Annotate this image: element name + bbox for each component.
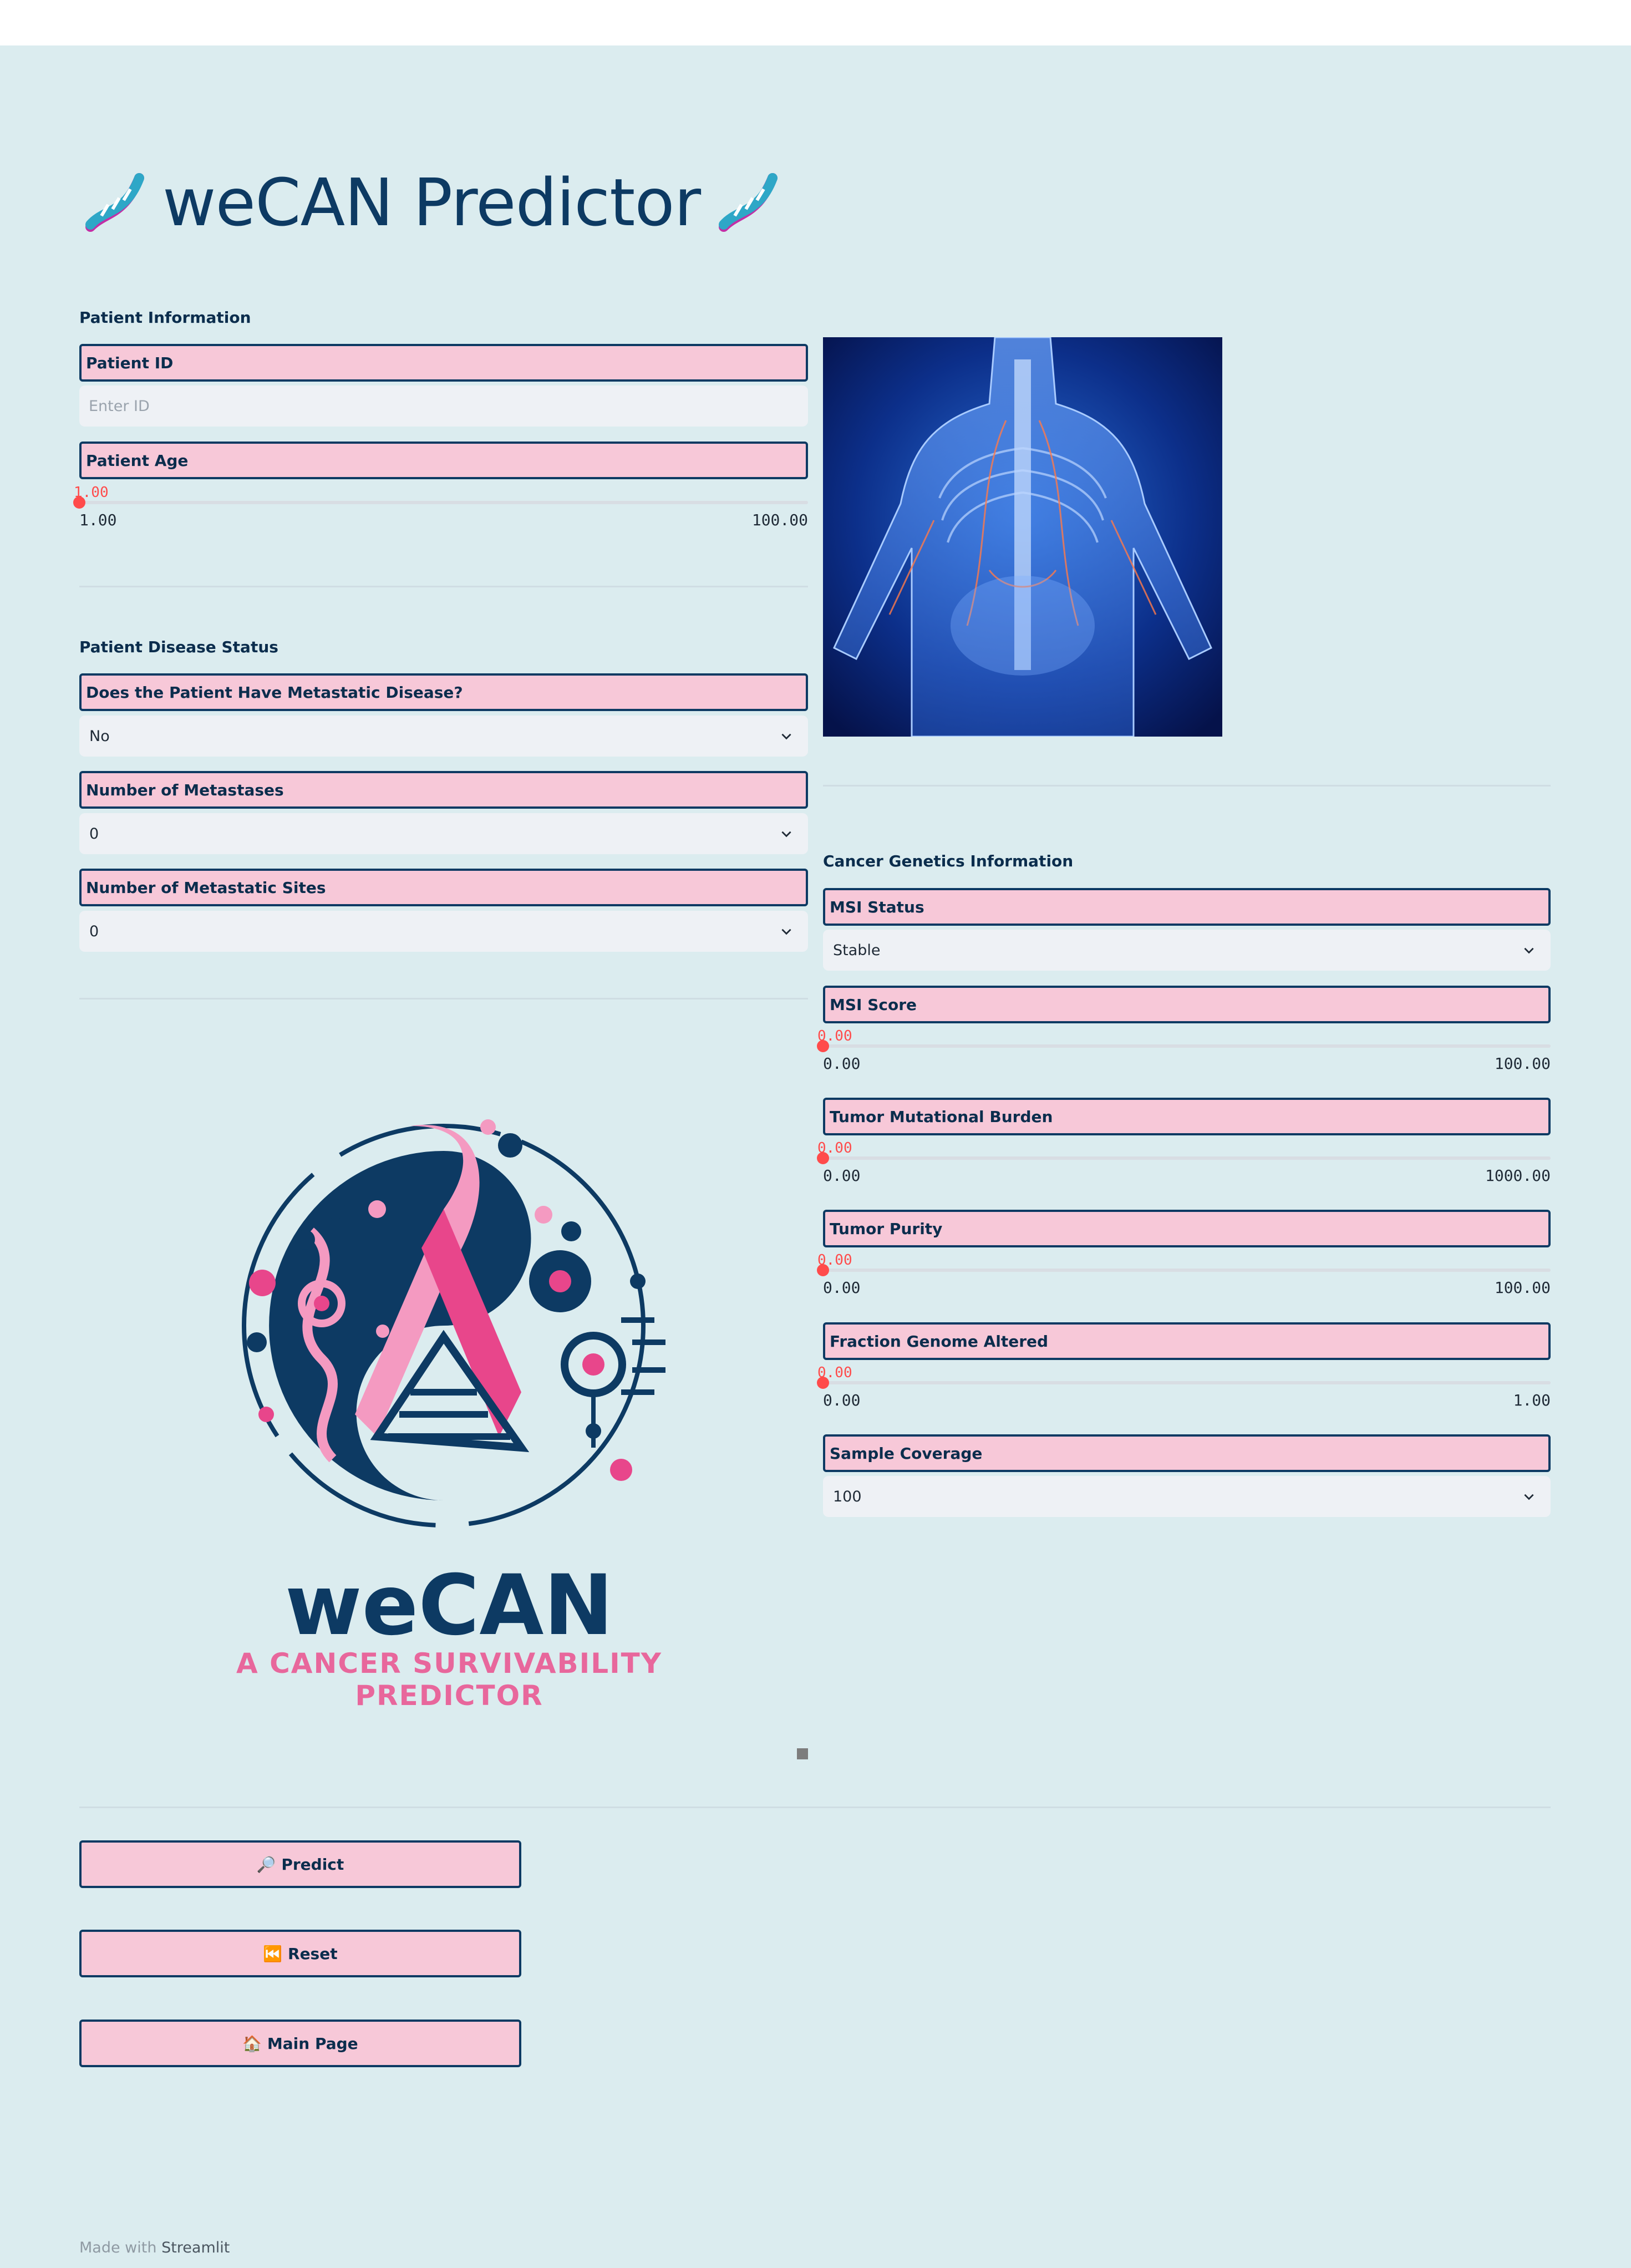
select-value: No (89, 727, 110, 745)
patient-id-input[interactable]: Enter ID (79, 385, 808, 427)
streamlit-link[interactable]: Streamlit (161, 2239, 230, 2256)
tmb-slider[interactable]: 0.00 0.00 1000.00 (817, 1140, 1551, 1185)
slider-min: 0.00 (823, 1054, 861, 1073)
logo-wordmark: weCAN (284, 1557, 614, 1654)
sample-coverage-label: Sample Coverage (823, 1434, 1551, 1472)
chevron-down-icon (1524, 947, 1534, 954)
patient-age-slider[interactable]: 1.00 1.00 100.00 (73, 484, 808, 529)
stop-icon (797, 1748, 808, 1759)
num-metastases-select[interactable]: 0 (79, 813, 808, 854)
num-metastases-label: Number of Metastases (79, 771, 808, 809)
slider-track[interactable] (73, 496, 808, 509)
divider (79, 586, 808, 587)
select-value: 0 (89, 922, 99, 940)
disease-status-heading: Patient Disease Status (79, 638, 278, 656)
slider-thumb[interactable] (73, 496, 85, 509)
chevron-down-icon (781, 928, 791, 935)
msi-status-select[interactable]: Stable (823, 930, 1551, 971)
num-sites-select[interactable]: 0 (79, 911, 808, 952)
genetics-heading: Cancer Genetics Information (823, 852, 1074, 870)
patient-age-label: Patient Age (79, 442, 808, 479)
slider-max: 1000.00 (1485, 1166, 1551, 1185)
wecan-logo (242, 1119, 665, 1528)
app-title: weCAN Predictor (162, 164, 701, 241)
tmb-label: Tumor Mutational Burden (823, 1098, 1551, 1135)
footer: Made with Streamlit (79, 2239, 230, 2256)
slider-thumb[interactable] (817, 1264, 829, 1276)
metastatic-select[interactable]: No (79, 716, 808, 757)
slider-min: 0.00 (823, 1391, 861, 1409)
num-sites-label: Number of Metastatic Sites (79, 869, 808, 906)
slider-min: 0.00 (823, 1166, 861, 1185)
slider-track[interactable] (817, 1377, 1551, 1389)
slider-track[interactable] (817, 1264, 1551, 1276)
footer-prefix: Made with (79, 2239, 157, 2256)
chevron-down-icon (781, 733, 791, 740)
slider-track[interactable] (817, 1040, 1551, 1052)
slider-track[interactable] (817, 1152, 1551, 1164)
slider-min: 0.00 (823, 1278, 861, 1297)
reset-button[interactable]: ⏮️ Reset (79, 1930, 521, 1977)
msi-score-slider[interactable]: 0.00 0.00 100.00 (817, 1028, 1551, 1073)
divider (79, 998, 808, 999)
slider-min: 1.00 (79, 511, 117, 529)
app-header-bar (0, 0, 1631, 45)
fga-slider[interactable]: 0.00 0.00 1.00 (817, 1364, 1551, 1409)
slider-max: 100.00 (1494, 1054, 1551, 1073)
tumor-purity-slider[interactable]: 0.00 0.00 100.00 (817, 1252, 1551, 1297)
divider (79, 1807, 1551, 1808)
msi-status-label: MSI Status (823, 888, 1551, 926)
fga-label: Fraction Genome Altered (823, 1322, 1551, 1360)
predict-button[interactable]: 🔎 Predict (79, 1840, 521, 1888)
patient-id-placeholder: Enter ID (89, 397, 150, 415)
msi-score-label: MSI Score (823, 986, 1551, 1023)
slider-thumb[interactable] (817, 1152, 829, 1164)
slider-max: 100.00 (1494, 1278, 1551, 1297)
divider (823, 785, 1551, 787)
slider-max: 1.00 (1513, 1391, 1551, 1409)
chevron-down-icon (1524, 1494, 1534, 1500)
logo-tagline: A CANCER SURVIVABILITY PREDICTOR (236, 1647, 662, 1712)
dna-icon (85, 173, 144, 232)
sample-coverage-select[interactable]: 100 (823, 1476, 1551, 1517)
main-page-button[interactable]: 🏠 Main Page (79, 2020, 521, 2067)
slider-max: 100.00 (751, 511, 808, 529)
select-value: Stable (833, 941, 881, 959)
metastatic-label: Does the Patient Have Metastatic Disease… (79, 673, 808, 711)
select-value: 100 (833, 1488, 862, 1505)
tumor-purity-label: Tumor Purity (823, 1210, 1551, 1247)
slider-thumb[interactable] (817, 1040, 829, 1052)
chevron-down-icon (781, 831, 791, 838)
page-title: weCAN Predictor (79, 158, 784, 247)
dna-icon (719, 173, 778, 232)
select-value: 0 (89, 825, 99, 843)
slider-thumb[interactable] (817, 1377, 829, 1389)
anatomy-image (823, 337, 1222, 737)
patient-info-heading: Patient Information (79, 308, 251, 327)
patient-id-label: Patient ID (79, 344, 808, 382)
